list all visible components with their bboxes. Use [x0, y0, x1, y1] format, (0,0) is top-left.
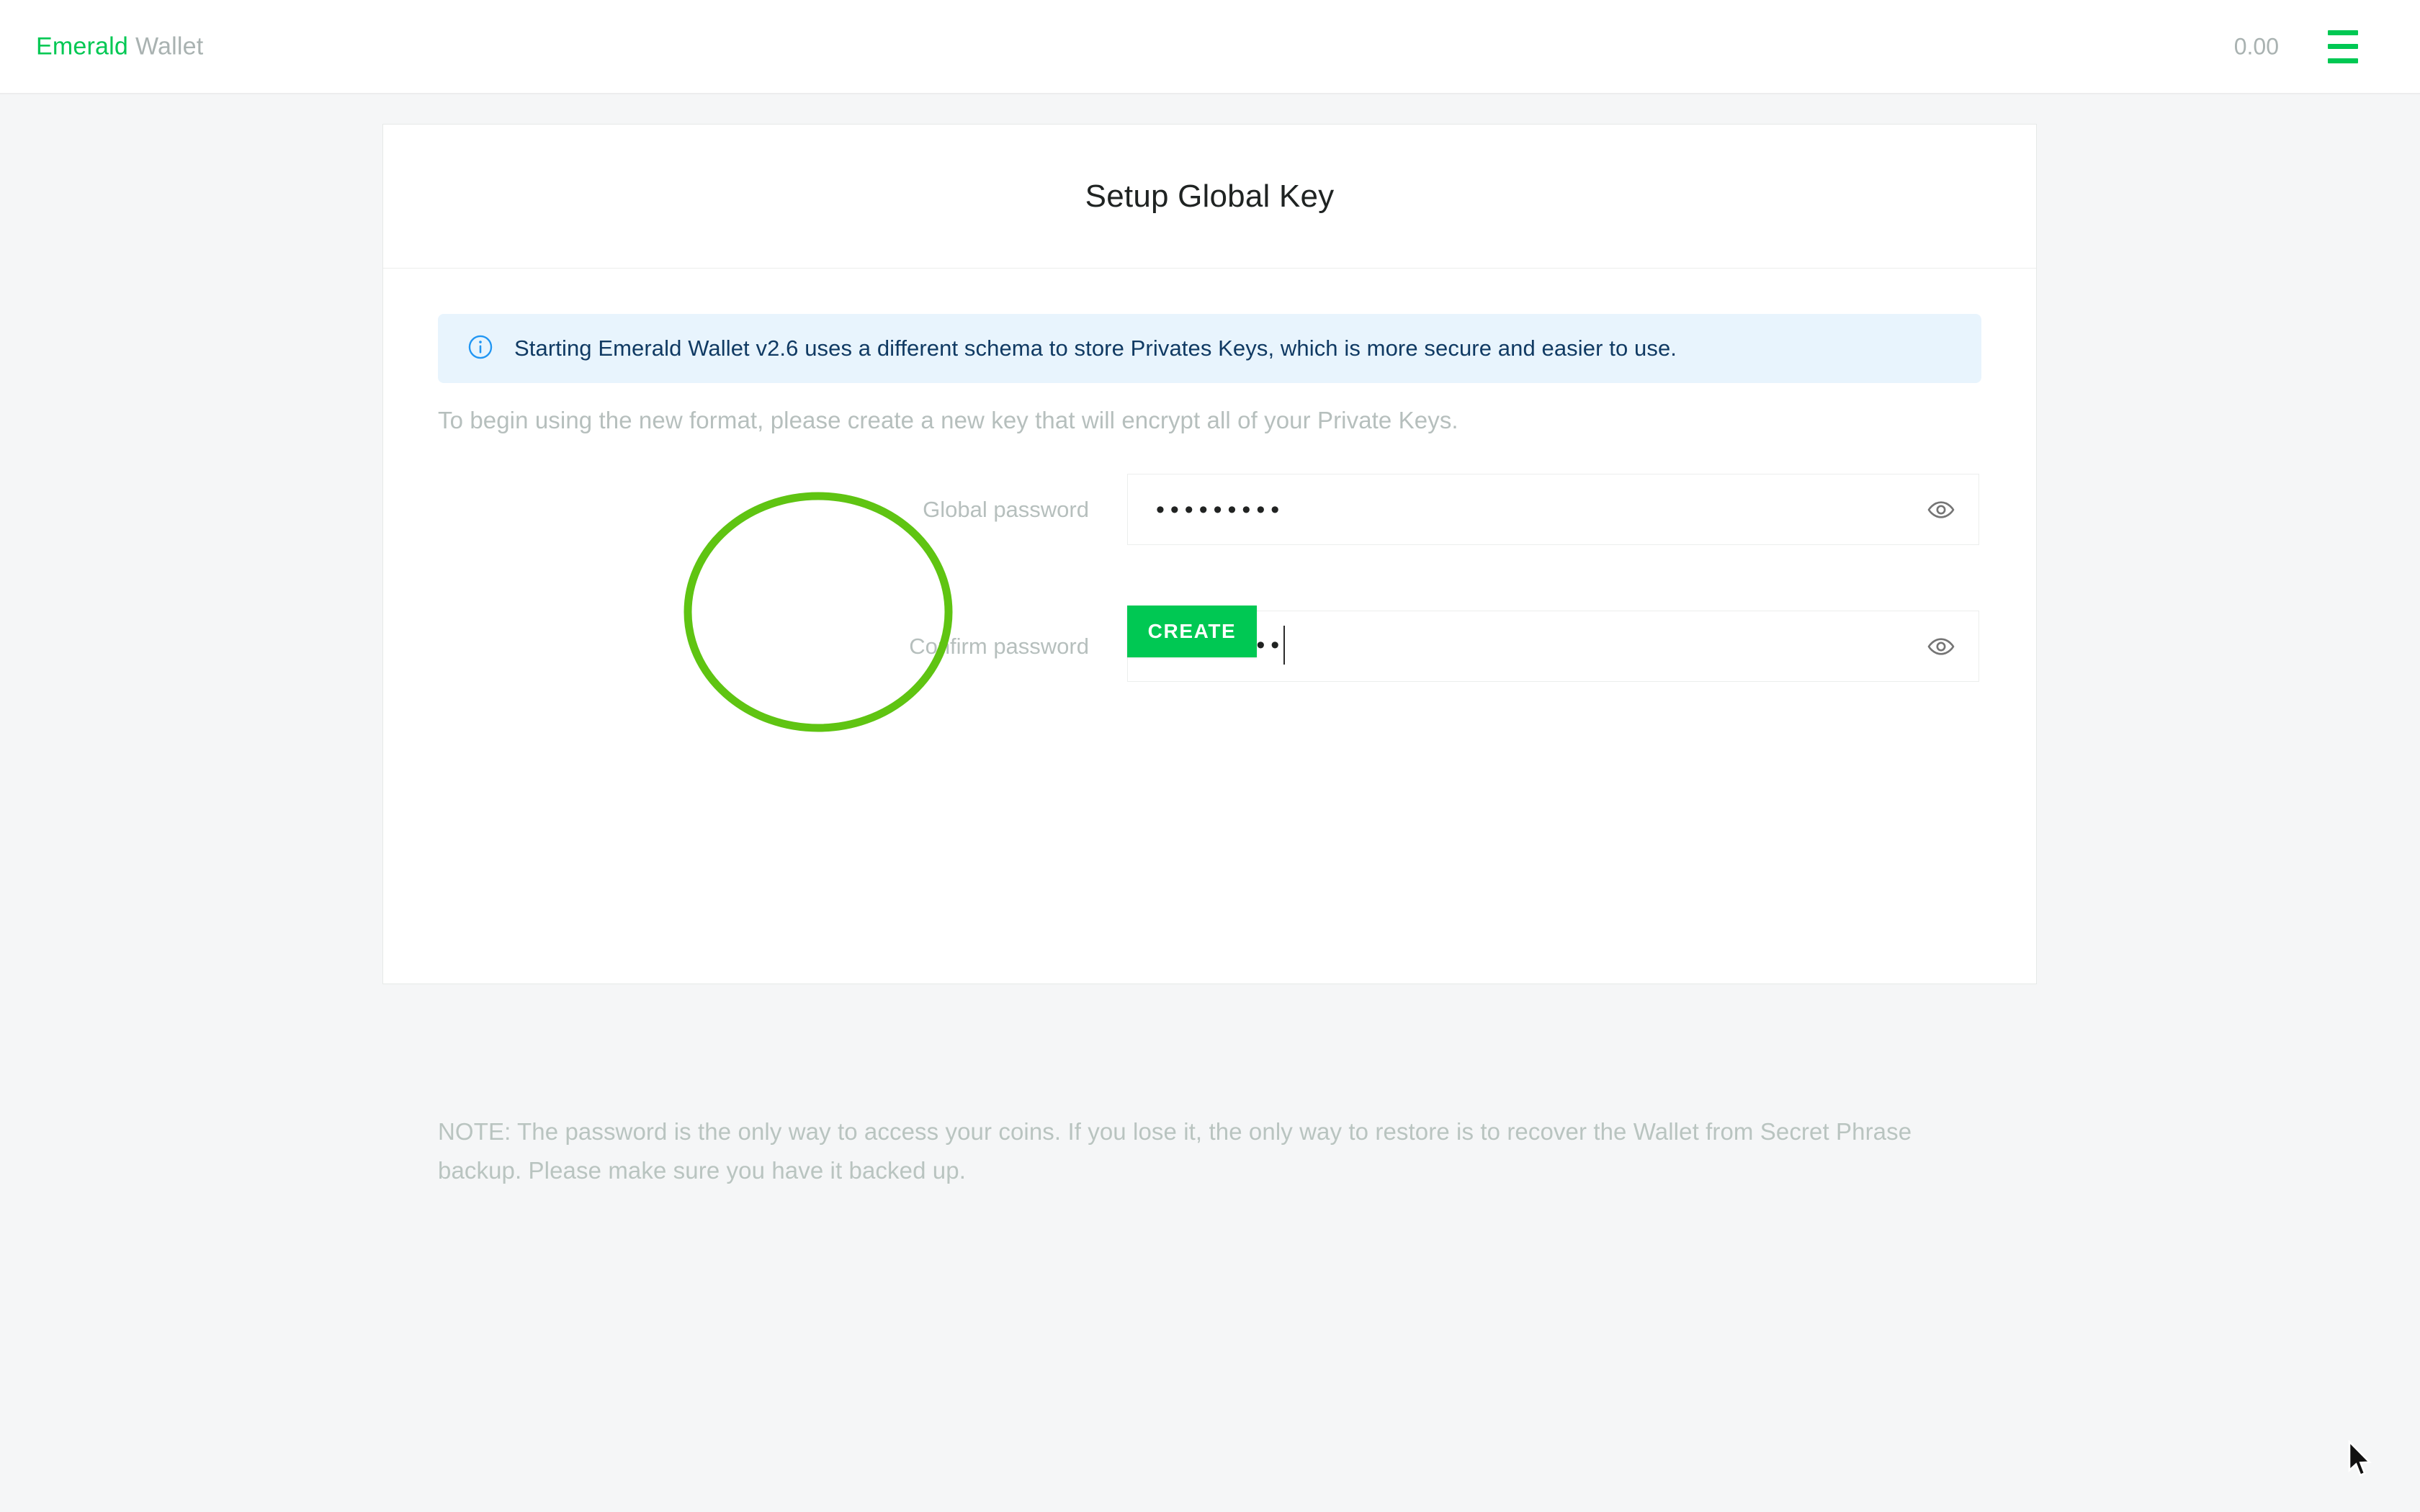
menu-bar-middle [2328, 44, 2358, 49]
intro-text: To begin using the new format, please cr… [438, 407, 1458, 433]
global-password-row: Global password ••••••••• [383, 474, 2036, 546]
global-password-value: ••••••••• [1156, 495, 1286, 523]
total-balance: 0.00 [2233, 33, 2279, 59]
global-password-input[interactable]: ••••••••• [1127, 474, 1979, 545]
eye-icon[interactable] [1918, 624, 1964, 670]
page-title: Setup Global Key [1085, 178, 1335, 214]
top-navigation-bar: Emerald Wallet 0.00 [0, 0, 2420, 94]
card-header: Setup Global Key [383, 125, 2036, 269]
app-logo[interactable]: Emerald Wallet [36, 32, 203, 60]
setup-global-key-card: Setup Global Key Starting Emerald Wallet… [382, 124, 2037, 1184]
confirm-password-label: Confirm password [909, 634, 1089, 659]
global-password-label: Global password [923, 497, 1089, 522]
eye-icon[interactable] [1918, 487, 1964, 533]
menu-bar-bottom [2328, 58, 2358, 63]
create-button[interactable]: CREATE [1127, 606, 1257, 657]
brand-name-primary: Emerald [36, 32, 129, 60]
text-caret [1283, 625, 1286, 665]
hamburger-menu-icon[interactable] [2321, 30, 2365, 63]
info-alert: Starting Emerald Wallet v2.6 uses a diff… [438, 314, 1981, 383]
password-warning-note: NOTE: The password is the only way to ac… [438, 1118, 1912, 1184]
brand-name-secondary: Wallet [135, 32, 204, 60]
info-circle-icon [467, 333, 494, 364]
info-alert-message: Starting Emerald Wallet v2.6 uses a diff… [514, 336, 1677, 361]
mouse-cursor [2348, 1440, 2372, 1477]
menu-bar-top [2328, 30, 2358, 35]
